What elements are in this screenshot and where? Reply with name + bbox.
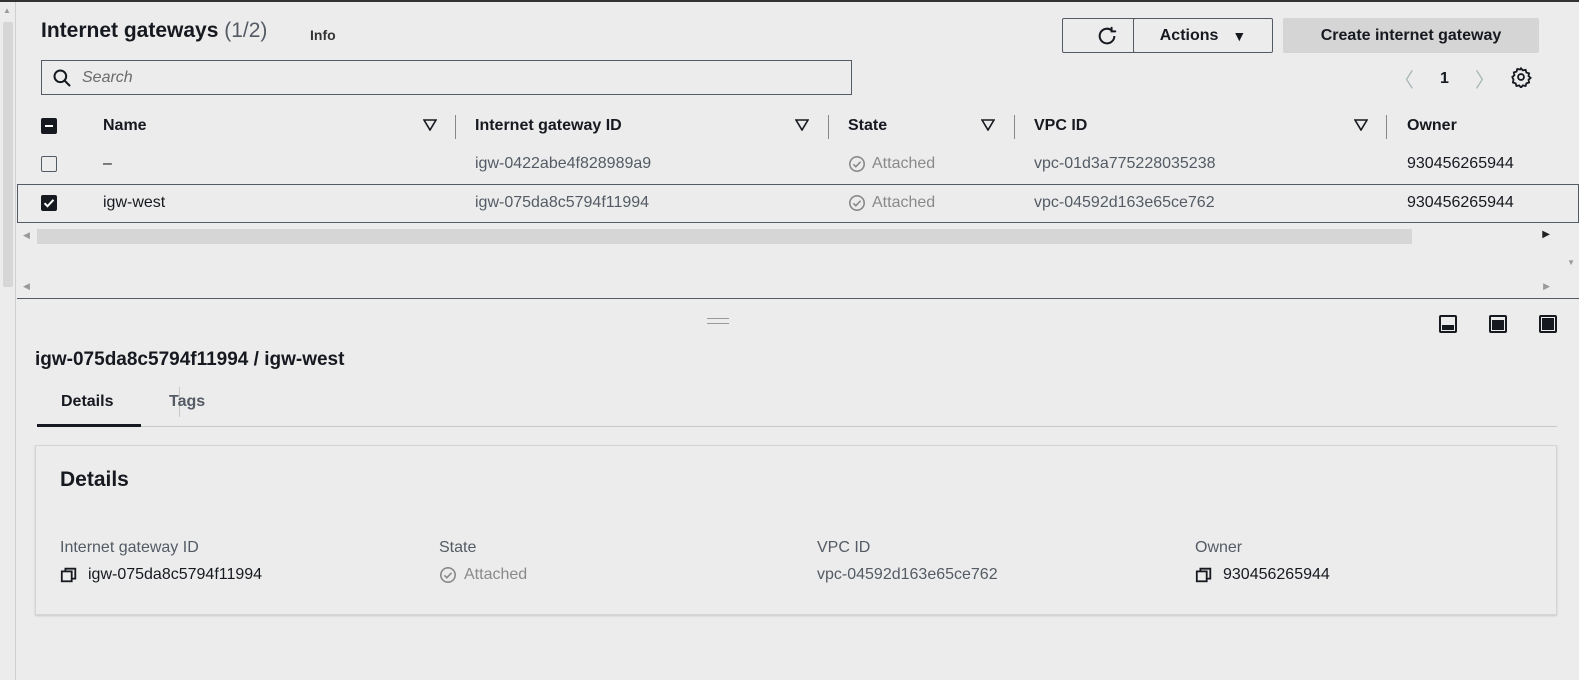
table-horizontal-scrollbar[interactable]: ◀ ▶ xyxy=(17,226,1562,246)
current-page[interactable]: 1 xyxy=(1440,70,1449,88)
field-label: Internet gateway ID xyxy=(60,539,199,556)
gateway-id-value: igw-075da8c5794f11994 xyxy=(88,566,263,583)
field-state: State Attached xyxy=(439,539,527,584)
field-vpc-id: VPC ID vpc-04592d163e65ce762 xyxy=(817,539,998,584)
cell-vpc-id[interactable]: vpc-04592d163e65ce762 xyxy=(1034,194,1215,212)
cell-name: igw-west xyxy=(103,194,166,211)
field-label: Owner xyxy=(1195,539,1243,556)
field-value: igw-075da8c5794f11994 xyxy=(60,566,262,584)
search-bar[interactable] xyxy=(41,60,852,95)
page-title: Internet gateways (1/2) xyxy=(41,19,267,43)
column-resizer[interactable] xyxy=(1014,115,1015,139)
panel-bottom-medium-icon[interactable] xyxy=(1488,314,1508,334)
pagination: 〈 1 〉 xyxy=(1394,64,1495,93)
copy-icon[interactable] xyxy=(1195,566,1213,584)
create-internet-gateway-button[interactable]: Create internet gateway xyxy=(1283,18,1539,53)
column-resizer[interactable] xyxy=(828,115,829,139)
check-circle-icon xyxy=(439,566,457,584)
page-title-text: Internet gateways xyxy=(41,19,219,42)
check-circle-icon xyxy=(848,194,866,212)
card-title: Details xyxy=(60,468,129,491)
select-all-checkbox[interactable] xyxy=(41,118,57,134)
panel-full-icon[interactable] xyxy=(1538,314,1558,334)
state-text: Attached xyxy=(872,155,936,172)
field-owner: Owner 930456265944 xyxy=(1195,539,1330,584)
panel-bottom-small-icon[interactable] xyxy=(1438,314,1458,334)
scroll-up-arrow-icon[interactable]: ▲ xyxy=(3,6,11,15)
cell-gateway-id[interactable]: igw-0422abe4f828989a9 xyxy=(475,155,651,173)
pane-horizontal-scrollbar[interactable]: ◀ ▶ xyxy=(17,281,1562,295)
owner-value: 930456265944 xyxy=(1223,566,1330,583)
vpc-id-link[interactable]: vpc-04592d163e65ce762 xyxy=(817,566,998,584)
panel-layout-controls xyxy=(1438,314,1558,334)
column-resizer[interactable] xyxy=(455,115,456,139)
caret-down-icon: ▼ xyxy=(1232,27,1247,44)
sort-icon[interactable] xyxy=(1354,119,1368,131)
column-header-state[interactable]: State xyxy=(848,117,887,135)
field-value: Attached xyxy=(439,566,527,584)
tab-details[interactable]: Details xyxy=(61,393,113,411)
tab-tags[interactable]: Tags xyxy=(169,393,205,411)
create-button-label: Create internet gateway xyxy=(1320,26,1502,44)
page-scrollbar-thumb[interactable] xyxy=(3,22,13,287)
scroll-right-arrow-icon[interactable]: ▶ xyxy=(1543,281,1550,292)
info-link[interactable]: Info xyxy=(310,27,336,43)
field-label: VPC ID xyxy=(817,539,871,556)
cell-vpc-id[interactable]: vpc-01d3a775228035238 xyxy=(1034,155,1216,173)
copy-icon[interactable] xyxy=(60,566,78,584)
details-card: Details Internet gateway ID igw-075da8c5… xyxy=(35,445,1557,615)
column-header-name[interactable]: Name xyxy=(103,117,147,135)
cell-owner: 930456265944 xyxy=(1407,155,1514,172)
row-checkbox-checked[interactable] xyxy=(41,195,57,211)
field-internet-gateway-id: Internet gateway ID igw-075da8c5794f1199… xyxy=(60,539,262,584)
next-page-icon[interactable]: 〉 xyxy=(1475,64,1495,93)
scroll-right-arrow-icon[interactable]: ▶ xyxy=(1542,229,1550,240)
split-panel-divider xyxy=(17,298,1579,299)
previous-page-icon[interactable]: 〈 xyxy=(1394,64,1414,93)
selection-count: (1/2) xyxy=(224,19,268,42)
table-row-selected[interactable]: igw-west igw-075da8c5794f11994 Attached … xyxy=(17,184,1579,223)
cell-owner: 930456265944 xyxy=(1407,194,1514,211)
scroll-down-arrow-icon[interactable]: ▼ xyxy=(1567,258,1575,267)
cell-name: – xyxy=(103,155,112,172)
field-label: State xyxy=(439,539,477,556)
column-header-owner[interactable]: Owner xyxy=(1407,117,1457,135)
check-circle-icon xyxy=(848,155,866,173)
scroll-left-arrow-icon[interactable]: ◀ xyxy=(23,281,30,292)
resize-handle-icon[interactable] xyxy=(707,318,729,324)
gateways-table: Name Internet gateway ID State VPC ID Ow… xyxy=(17,107,1579,223)
field-value: 930456265944 xyxy=(1195,566,1330,584)
detail-tabs: Details Tags xyxy=(37,387,1557,427)
sort-icon[interactable] xyxy=(795,119,809,131)
cell-state: Attached xyxy=(848,155,935,173)
refresh-icon xyxy=(1098,26,1117,44)
state-text: Attached xyxy=(872,194,936,211)
column-resizer[interactable] xyxy=(1386,115,1387,139)
cell-state: Attached xyxy=(848,194,935,212)
actions-button-label: Actions xyxy=(1159,26,1219,44)
page-scrollbar[interactable]: ▲ xyxy=(0,2,16,680)
sort-icon[interactable] xyxy=(981,119,995,131)
scroll-left-arrow-icon[interactable]: ◀ xyxy=(23,230,30,241)
search-icon xyxy=(53,69,71,86)
table-row[interactable]: – igw-0422abe4f828989a9 Attached vpc-01d… xyxy=(17,145,1579,184)
column-header-gateway-id[interactable]: Internet gateway ID xyxy=(475,117,622,135)
column-header-vpc-id[interactable]: VPC ID xyxy=(1034,117,1087,135)
active-tab-indicator xyxy=(37,424,141,427)
detail-title: igw-075da8c5794f11994 / igw-west xyxy=(35,349,345,370)
actions-button[interactable]: Actions ▼ xyxy=(1133,18,1273,53)
row-checkbox[interactable] xyxy=(41,156,57,172)
scrollbar-thumb[interactable] xyxy=(37,229,1412,244)
search-input[interactable] xyxy=(82,68,782,87)
cell-gateway-id[interactable]: igw-075da8c5794f11994 xyxy=(475,194,649,212)
sort-icon[interactable] xyxy=(423,119,437,131)
table-header: Name Internet gateway ID State VPC ID Ow… xyxy=(17,107,1579,145)
field-value: vpc-04592d163e65ce762 xyxy=(817,566,998,584)
state-value: Attached xyxy=(464,566,528,583)
settings-icon[interactable] xyxy=(1510,66,1532,88)
